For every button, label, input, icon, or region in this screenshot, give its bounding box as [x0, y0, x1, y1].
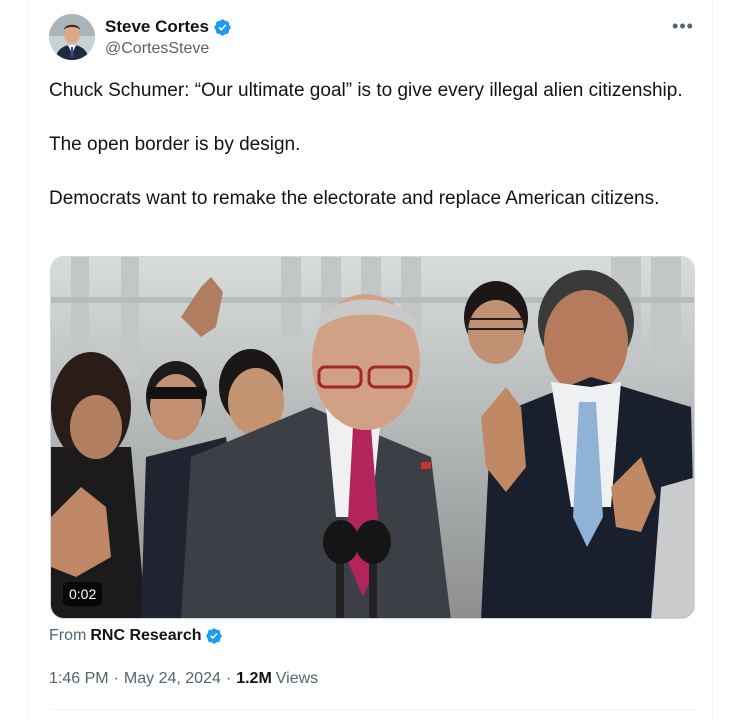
tweet-date[interactable]: May 24, 2024	[124, 670, 221, 688]
author-handle[interactable]: @CortesSteve	[105, 40, 232, 58]
views-count: 1.2M	[236, 670, 272, 687]
tweet-paragraph: Chuck Schumer: “Our ultimate goal” is to…	[49, 80, 683, 101]
timeline-border-left	[27, 0, 28, 720]
verified-badge-icon	[205, 627, 223, 645]
author-name-row: Steve Cortes	[105, 16, 232, 38]
author-block: Steve Cortes @CortesSteve	[105, 16, 232, 58]
tweet-text: Chuck Schumer: “Our ultimate goal” is to…	[49, 77, 697, 212]
attribution-from-label: From	[49, 627, 87, 644]
attribution-source-link[interactable]: RNC Research	[90, 627, 201, 645]
verified-badge-icon[interactable]	[213, 18, 232, 37]
divider	[49, 709, 697, 710]
meta-separator: ·	[113, 670, 119, 687]
tweet-metadata: 1:46 PM · May 24, 2024 · 1.2M Views	[49, 668, 318, 690]
tweet[interactable]: Steve Cortes @CortesSteve ••• Chuck Schu…	[49, 0, 697, 720]
video-frame	[51, 257, 694, 618]
views-label: Views	[275, 670, 319, 687]
tweet-header: Steve Cortes @CortesSteve •••	[49, 14, 697, 62]
tweet-paragraph: Democrats want to remake the electorate …	[49, 188, 660, 209]
tweet-paragraph: The open border is by design.	[49, 134, 301, 155]
meta-separator: ·	[225, 670, 232, 687]
author-display-name[interactable]: Steve Cortes	[105, 17, 209, 37]
more-options-icon[interactable]: •••	[669, 16, 697, 36]
media-attribution: From RNC Research	[49, 625, 223, 647]
timeline-border-right	[712, 0, 713, 720]
video-player[interactable]: 0:02	[50, 256, 695, 619]
avatar[interactable]	[49, 14, 95, 60]
tweet-time[interactable]: 1:46 PM	[49, 670, 109, 688]
video-duration-badge: 0:02	[63, 582, 103, 606]
